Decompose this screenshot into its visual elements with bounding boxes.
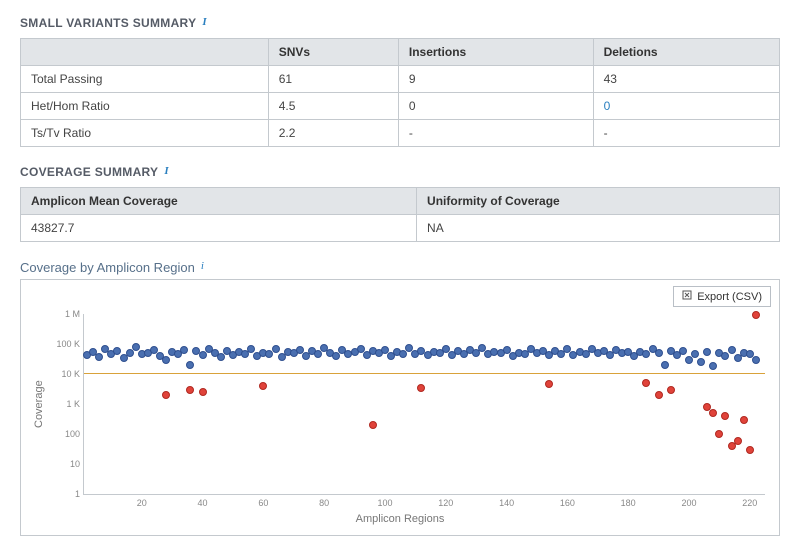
export-csv-button[interactable]: Export (CSV) xyxy=(673,286,771,307)
y-tick: 1 xyxy=(46,489,80,499)
data-point[interactable] xyxy=(721,412,729,420)
data-point[interactable] xyxy=(740,416,748,424)
data-point[interactable] xyxy=(180,346,188,354)
small-variants-table: SNVs Insertions Deletions Total Passing … xyxy=(20,38,780,147)
data-point[interactable] xyxy=(728,346,736,354)
table-row: SNVs Insertions Deletions xyxy=(21,39,780,66)
col-uniformity: Uniformity of Coverage xyxy=(417,188,780,215)
data-point[interactable] xyxy=(417,384,425,392)
y-tick: 10 xyxy=(46,459,80,469)
y-tick: 10 K xyxy=(46,369,80,379)
data-point[interactable] xyxy=(95,353,103,361)
coverage-chart-title-text: Coverage by Amplicon Region xyxy=(20,260,195,275)
cell: - xyxy=(593,120,779,147)
data-point[interactable] xyxy=(752,311,760,319)
row-label: Total Passing xyxy=(21,66,269,93)
data-point[interactable] xyxy=(709,409,717,417)
x-axis-label: Amplicon Regions xyxy=(29,513,771,525)
data-point[interactable] xyxy=(697,358,705,366)
coverage-summary-table: Amplicon Mean Coverage Uniformity of Cov… xyxy=(20,187,780,242)
data-point[interactable] xyxy=(217,353,225,361)
cell: 61 xyxy=(268,66,398,93)
data-point[interactable] xyxy=(661,361,669,369)
data-point[interactable] xyxy=(162,356,170,364)
table-row: Ts/Tv Ratio 2.2 - - xyxy=(21,120,780,147)
scatter-plot[interactable]: 1101001 K10 K100 K1 M2040608010012014016… xyxy=(83,314,765,495)
y-axis-label: Coverage xyxy=(29,314,45,495)
data-point[interactable] xyxy=(734,437,742,445)
col-snvs: SNVs xyxy=(268,39,398,66)
cell-link[interactable]: 0 xyxy=(593,93,779,120)
data-point[interactable] xyxy=(715,430,723,438)
data-point[interactable] xyxy=(679,347,687,355)
data-point[interactable] xyxy=(655,391,663,399)
y-tick: 100 xyxy=(46,429,80,439)
export-icon xyxy=(682,290,692,303)
coverage-chart: Export (CSV) Coverage 1101001 K10 K100 K… xyxy=(20,279,780,536)
cell: 43827.7 xyxy=(21,215,417,242)
table-row: 43827.7 NA xyxy=(21,215,780,242)
threshold-line xyxy=(84,373,765,374)
small-variants-title: SMALL VARIANTS SUMMARY i xyxy=(20,16,780,30)
data-point[interactable] xyxy=(709,362,717,370)
cell: 0 xyxy=(398,93,593,120)
export-label: Export (CSV) xyxy=(697,291,762,303)
table-row: Het/Hom Ratio 4.5 0 0 xyxy=(21,93,780,120)
col-deletions: Deletions xyxy=(593,39,779,66)
small-variants-title-text: SMALL VARIANTS SUMMARY xyxy=(20,16,196,30)
data-point[interactable] xyxy=(685,356,693,364)
row-label: Het/Hom Ratio xyxy=(21,93,269,120)
table-row: Amplicon Mean Coverage Uniformity of Cov… xyxy=(21,188,780,215)
row-label: Ts/Tv Ratio xyxy=(21,120,269,147)
table-row: Total Passing 61 9 43 xyxy=(21,66,780,93)
data-point[interactable] xyxy=(186,386,194,394)
data-point[interactable] xyxy=(199,388,207,396)
cell: NA xyxy=(417,215,780,242)
y-tick: 1 K xyxy=(46,399,80,409)
data-point[interactable] xyxy=(691,350,699,358)
cell: 2.2 xyxy=(268,120,398,147)
cell: - xyxy=(398,120,593,147)
data-point[interactable] xyxy=(655,349,663,357)
coverage-chart-title: Coverage by Amplicon Region i xyxy=(20,260,780,275)
info-icon[interactable]: i xyxy=(202,17,207,28)
data-point[interactable] xyxy=(703,348,711,356)
coverage-summary-title-text: COVERAGE SUMMARY xyxy=(20,165,158,179)
col-insertions: Insertions xyxy=(398,39,593,66)
data-point[interactable] xyxy=(186,361,194,369)
data-point[interactable] xyxy=(369,421,377,429)
data-point[interactable] xyxy=(545,380,553,388)
data-point[interactable] xyxy=(132,343,140,351)
info-icon[interactable]: i xyxy=(164,166,169,177)
col-blank xyxy=(21,39,269,66)
coverage-summary-title: COVERAGE SUMMARY i xyxy=(20,165,780,179)
data-point[interactable] xyxy=(259,382,267,390)
cell: 4.5 xyxy=(268,93,398,120)
cell: 9 xyxy=(398,66,593,93)
y-tick: 1 M xyxy=(46,309,80,319)
data-point[interactable] xyxy=(752,356,760,364)
info-icon[interactable]: i xyxy=(201,261,204,272)
cell: 43 xyxy=(593,66,779,93)
data-point[interactable] xyxy=(272,345,280,353)
y-tick: 100 K xyxy=(46,339,80,349)
data-point[interactable] xyxy=(667,386,675,394)
data-point[interactable] xyxy=(162,391,170,399)
data-point[interactable] xyxy=(642,379,650,387)
data-point[interactable] xyxy=(746,446,754,454)
col-mean-coverage: Amplicon Mean Coverage xyxy=(21,188,417,215)
